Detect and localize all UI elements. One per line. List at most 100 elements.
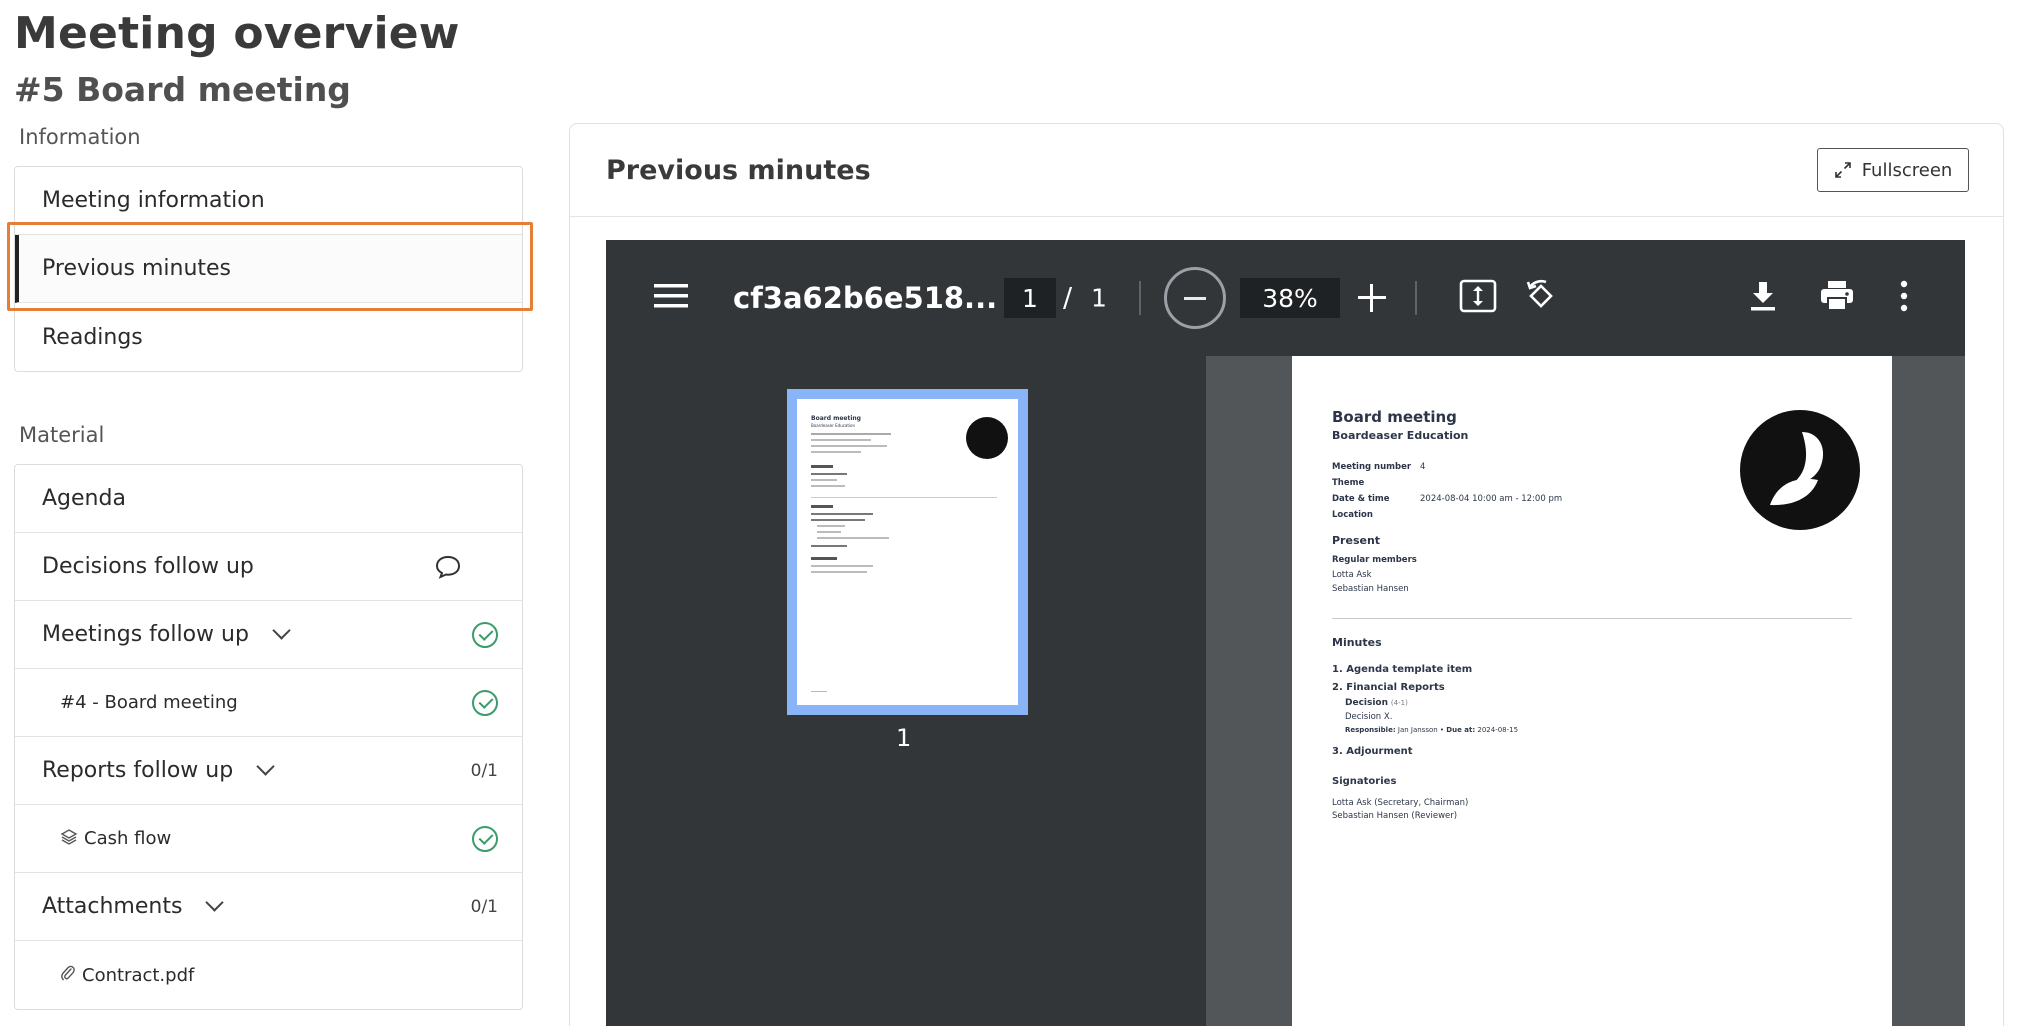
thumbnail-logo (966, 417, 1008, 459)
nav-item-label: Contract.pdf (82, 964, 195, 986)
thumbnail-page-preview: Board meeting Boardeaser Education (797, 399, 1018, 705)
nav-item-label: Readings (42, 324, 143, 350)
fullscreen-label: Fullscreen (1861, 159, 1953, 181)
zoom-out-button[interactable] (1164, 267, 1226, 329)
reports-count: 0/1 (470, 760, 498, 781)
layers-icon (60, 828, 78, 850)
status-complete (472, 689, 498, 716)
check-circle-icon (472, 825, 498, 852)
decision-label: Decision (1345, 698, 1389, 708)
fullscreen-button[interactable]: Fullscreen (1817, 148, 1969, 192)
chevron-down-icon[interactable] (272, 621, 291, 640)
rotate-icon[interactable] (1522, 277, 1560, 319)
nav-item-label: Agenda (42, 486, 126, 511)
material-section-label: Material (19, 423, 105, 447)
doc-member: Lotta Ask (1332, 570, 1372, 580)
status-complete (472, 825, 498, 852)
field-label: Meeting number (1332, 462, 1412, 472)
doc-agenda-item-3: 3. Adjourment (1332, 746, 1413, 757)
attachments-count: 0/1 (470, 896, 498, 917)
doc-decision-text: Decision X. (1345, 712, 1393, 722)
toolbar-divider (1139, 281, 1141, 315)
nav-subitem-cash-flow[interactable]: Cash flow (15, 805, 522, 873)
doc-decision-heading: Decision (4-1) (1345, 698, 1408, 708)
pdf-toolbar: cf3a62b6e518... 1 / 1 38% (606, 240, 1965, 356)
nav-item-label: Meetings follow up (42, 622, 249, 647)
due-value: 2024-08-15 (1477, 726, 1519, 734)
nav-item-reports-follow-up[interactable]: Reports follow up 0/1 (15, 737, 522, 805)
doc-datetime-row: Date & time 2024-08-04 10:00 am - 12:00 p… (1332, 494, 1562, 504)
count-badge: 0/1 (471, 761, 498, 781)
status-complete (472, 621, 498, 648)
responsible-value: Jan Jansson (1397, 726, 1438, 734)
information-section-label: Information (19, 125, 141, 149)
zoom-input[interactable]: 38% (1240, 278, 1340, 318)
meeting-title: #5 Board meeting (14, 70, 351, 109)
decision-ref: (4-1) (1390, 699, 1408, 707)
panel-title: Previous minutes (606, 154, 871, 186)
doc-title: Board meeting (1332, 408, 1457, 426)
doc-signatory: Sebastian Hansen (Reviewer) (1332, 811, 1458, 821)
doc-location-row: Location (1332, 510, 1420, 520)
nav-item-label: Attachments (42, 894, 183, 919)
doc-agenda-item-2: 2. Financial Reports (1332, 682, 1445, 693)
check-circle-icon (472, 621, 498, 648)
nav-item-label: Meeting information (42, 188, 265, 213)
pdf-viewer: cf3a62b6e518... 1 / 1 38% Board meeting … (606, 240, 1965, 1026)
doc-minutes-heading: Minutes (1332, 636, 1382, 649)
doc-present-heading: Present (1332, 534, 1381, 547)
nav-item-agenda[interactable]: Agenda (15, 465, 522, 533)
check-circle-icon (472, 689, 498, 716)
expand-icon (1834, 162, 1851, 178)
page-thumbnail[interactable]: Board meeting Boardeaser Education (787, 389, 1028, 715)
nav-item-previous-minutes[interactable]: Previous minutes (15, 235, 522, 303)
field-label: Date & time (1332, 494, 1390, 504)
toolbar-divider (1415, 281, 1417, 315)
pdf-page: Board meeting Boardeaser Education Meeti… (1292, 356, 1892, 1026)
comment-icon (434, 554, 462, 580)
thumbnail-org: Boardeaser Education (811, 423, 856, 428)
thumbnail-title: Board meeting (811, 415, 861, 422)
due-label: Due at: (1446, 726, 1476, 734)
nav-item-readings[interactable]: Readings (15, 303, 522, 371)
doc-divider (1332, 618, 1852, 619)
material-nav: Agenda Decisions follow up Meetings foll… (14, 464, 523, 1010)
doc-meeting-number-row: Meeting number 4 (1332, 462, 1425, 472)
field-label: Location (1332, 510, 1373, 520)
nav-item-decisions-follow-up[interactable]: Decisions follow up (15, 533, 522, 601)
responsible-label: Responsible: (1345, 726, 1396, 734)
nav-item-label: Cash flow (84, 828, 172, 849)
nav-item-label: Decisions follow up (42, 554, 254, 579)
field-value: 2024-08-04 10:00 am - 12:00 pm (1420, 494, 1563, 504)
page-number-input[interactable]: 1 (1004, 278, 1056, 318)
nav-subitem-meeting-4[interactable]: #4 - Board meeting (15, 669, 522, 737)
information-nav: Meeting information Previous minutes Rea… (14, 166, 523, 372)
nav-item-meetings-follow-up[interactable]: Meetings follow up (15, 601, 522, 669)
doc-agenda-item-1: 1. Agenda template item (1332, 664, 1473, 675)
chevron-down-icon[interactable] (256, 757, 275, 776)
brand-logo (1740, 410, 1860, 530)
zoom-in-button[interactable] (1358, 284, 1386, 312)
nav-item-label: #4 - Board meeting (60, 692, 238, 713)
panel-header: Previous minutes (570, 124, 2003, 217)
nav-item-attachments[interactable]: Attachments 0/1 (15, 873, 522, 941)
download-icon[interactable] (1749, 280, 1777, 316)
more-options-icon[interactable] (1899, 280, 1909, 316)
field-value: 4 (1420, 462, 1426, 472)
nav-item-meeting-information[interactable]: Meeting information (15, 167, 522, 235)
print-icon[interactable] (1819, 280, 1855, 316)
pdf-filename: cf3a62b6e518... (733, 281, 998, 315)
previous-minutes-panel: Previous minutes Fullscreen cf3a62b6e518… (569, 123, 2004, 1026)
doc-member: Sebastian Hansen (1332, 584, 1409, 594)
nav-item-label: Reports follow up (42, 758, 234, 783)
fit-page-icon[interactable] (1459, 279, 1497, 317)
menu-icon[interactable] (654, 282, 688, 314)
nav-subitem-contract[interactable]: Contract.pdf (15, 941, 522, 1009)
doc-responsible-row: Responsible: Jan Jansson • Due at: 2024-… (1345, 726, 1519, 734)
doc-signatory: Lotta Ask (Secretary, Chairman) (1332, 798, 1469, 808)
paperclip-icon (60, 964, 76, 986)
chevron-down-icon[interactable] (205, 893, 225, 912)
doc-regular-members-label: Regular members (1332, 555, 1417, 565)
total-pages: 1 (1091, 283, 1107, 313)
field-label: Theme (1332, 478, 1365, 488)
